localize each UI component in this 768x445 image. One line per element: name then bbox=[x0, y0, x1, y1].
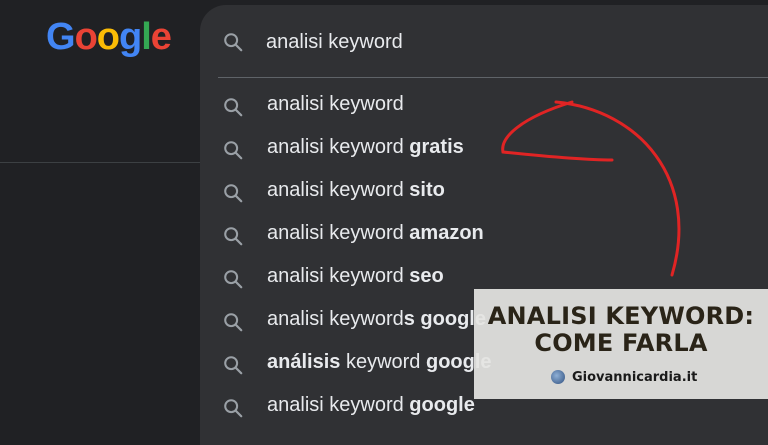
search-icon bbox=[222, 311, 244, 338]
overlay-title-line1: ANALISI KEYWORD: bbox=[487, 302, 755, 330]
search-icon bbox=[222, 139, 244, 166]
search-icon bbox=[222, 354, 244, 381]
overlay-title-line2: COME FARLA bbox=[534, 329, 708, 357]
search-box[interactable] bbox=[200, 5, 768, 77]
suggestion-text: analisi keyword google bbox=[267, 394, 475, 416]
suggestion-text: analisi keyword sito bbox=[267, 179, 445, 201]
suggestion-text: analisi keyword gratis bbox=[267, 136, 464, 158]
suggestion-text: analisi keywords google bbox=[267, 308, 486, 330]
suggestion-item[interactable]: analisi keyword amazon bbox=[200, 212, 768, 255]
search-icon bbox=[222, 397, 244, 424]
suggestion-item[interactable]: analisi keyword bbox=[200, 83, 768, 126]
search-icon bbox=[222, 225, 244, 252]
search-icon bbox=[222, 31, 244, 58]
overlay-title: ANALISI KEYWORD: COME FARLA bbox=[474, 303, 768, 357]
suggestion-item[interactable]: analisi keyword sito bbox=[200, 169, 768, 212]
suggestion-item[interactable]: analisi keyword gratis bbox=[200, 126, 768, 169]
search-input[interactable] bbox=[266, 27, 766, 57]
site-name: Giovannicardia.it bbox=[572, 369, 698, 385]
suggestion-text: analisi keyword amazon bbox=[267, 222, 484, 244]
search-icon bbox=[222, 268, 244, 295]
header-divider bbox=[0, 162, 200, 163]
title-overlay: ANALISI KEYWORD: COME FARLA Giovannicard… bbox=[474, 289, 768, 399]
suggestion-text: análisis keyword google bbox=[267, 351, 492, 373]
site-logo-icon bbox=[551, 370, 565, 384]
search-icon bbox=[222, 182, 244, 209]
suggestion-text: analisi keyword seo bbox=[267, 265, 444, 287]
google-logo[interactable]: Google bbox=[46, 18, 172, 56]
search-divider bbox=[218, 77, 768, 78]
site-credit: Giovannicardia.it bbox=[551, 368, 697, 386]
search-icon bbox=[222, 96, 244, 123]
suggestion-text: analisi keyword bbox=[267, 93, 404, 115]
